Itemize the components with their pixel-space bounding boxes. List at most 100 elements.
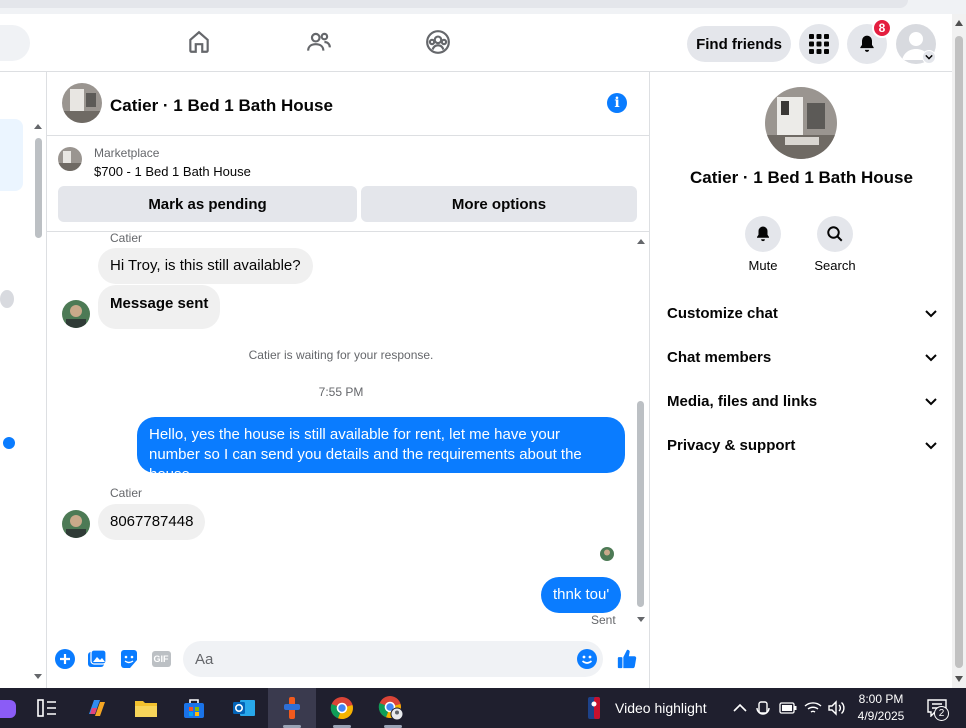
- section-label: Privacy & support: [667, 436, 796, 454]
- wifi-icon[interactable]: [802, 695, 824, 721]
- search-label: Search: [814, 258, 856, 273]
- message-bubble[interactable]: Message sent: [98, 285, 221, 329]
- chevron-up-icon[interactable]: [730, 695, 750, 721]
- section-label: Customize chat: [667, 304, 778, 322]
- details-panel: Catier · 1 Bed 1 Bath House Mute Search …: [651, 72, 952, 688]
- outlook-icon[interactable]: [231, 695, 257, 721]
- conversation-scrollbar[interactable]: [635, 237, 647, 627]
- scroll-down-arrow[interactable]: [955, 676, 963, 682]
- message-composer: GIF: [47, 638, 649, 678]
- page-scrollbar[interactable]: [952, 14, 966, 688]
- battery-icon[interactable]: [778, 695, 798, 721]
- plus-icon[interactable]: [54, 648, 76, 670]
- more-options-button[interactable]: More options: [361, 186, 637, 222]
- like-icon[interactable]: [616, 648, 638, 670]
- search-icon[interactable]: [817, 216, 853, 252]
- search-action[interactable]: Search: [805, 216, 865, 273]
- message-list: Catier Hi Troy, is this still available?…: [47, 233, 649, 633]
- scroll-thumb[interactable]: [637, 401, 644, 607]
- scroll-up-arrow[interactable]: [34, 124, 42, 129]
- listing-avatar[interactable]: [62, 83, 102, 123]
- sender-name: Catier: [110, 486, 143, 500]
- message-input[interactable]: [183, 641, 603, 677]
- chevron-down-icon: [925, 398, 937, 406]
- browser-url-bar[interactable]: [0, 0, 908, 8]
- listing-photo[interactable]: [765, 87, 837, 159]
- sender-avatar[interactable]: [62, 510, 90, 538]
- section-label: Media, files and links: [667, 392, 818, 410]
- meet-now-icon[interactable]: [754, 695, 774, 721]
- chevron-down-icon: [925, 354, 937, 362]
- clock-time: 8:00 PM: [858, 692, 904, 706]
- customize-chat-row[interactable]: Customize chat: [667, 291, 937, 335]
- conversation-panel: Catier · 1 Bed 1 Bath House i Marketplac…: [46, 72, 650, 688]
- browser-top-strip: [0, 0, 966, 14]
- notification-count-badge: 2: [934, 706, 949, 721]
- mark-as-pending-button[interactable]: Mark as pending: [58, 186, 357, 222]
- conversation-title[interactable]: Catier · 1 Bed 1 Bath House: [110, 96, 333, 116]
- pinned-app-icon[interactable]: [279, 695, 305, 721]
- message-status: Sent: [591, 613, 616, 627]
- chevron-down-icon: [925, 310, 937, 318]
- media-files-links-row[interactable]: Media, files and links: [667, 379, 937, 423]
- chrome-profile-icon[interactable]: [378, 695, 404, 721]
- friends-icon[interactable]: [305, 28, 333, 56]
- notification-badge: 8: [872, 18, 892, 38]
- notification-center-icon[interactable]: 2: [922, 695, 952, 721]
- chevron-down-icon[interactable]: [922, 50, 936, 64]
- bell-icon[interactable]: [745, 216, 781, 252]
- marketplace-item[interactable]: $700 - 1 Bed 1 Bath House: [94, 164, 251, 179]
- task-view-icon[interactable]: [34, 695, 60, 721]
- menu-grid-icon[interactable]: [799, 24, 839, 64]
- unread-dot: [3, 437, 15, 449]
- gif-icon[interactable]: GIF: [149, 648, 173, 670]
- selected-chat-highlight[interactable]: [0, 119, 23, 191]
- find-friends-button[interactable]: Find friends: [687, 26, 791, 62]
- emoji-icon[interactable]: [576, 648, 598, 670]
- message-bubble[interactable]: 8067787448: [98, 504, 206, 540]
- sender-avatar[interactable]: [62, 300, 90, 328]
- mute-label: Mute: [748, 258, 778, 273]
- store-icon[interactable]: [181, 695, 207, 721]
- chrome-icon[interactable]: [329, 695, 355, 721]
- message-bubble[interactable]: Hi Troy, is this still available?: [98, 248, 313, 284]
- sender-name: Catier: [110, 233, 143, 245]
- sticker-icon[interactable]: [118, 648, 140, 670]
- widget-icon[interactable]: [0, 700, 16, 718]
- scroll-thumb[interactable]: [35, 138, 42, 238]
- nba-icon[interactable]: [584, 695, 604, 721]
- file-explorer-icon[interactable]: [133, 695, 159, 721]
- chevron-down-icon: [925, 442, 937, 450]
- scroll-up-arrow[interactable]: [637, 239, 645, 244]
- scroll-down-arrow[interactable]: [34, 674, 42, 679]
- scroll-thumb[interactable]: [955, 36, 963, 668]
- chat-members-row[interactable]: Chat members: [667, 335, 937, 379]
- home-icon[interactable]: [185, 28, 213, 56]
- seen-avatar: [600, 547, 614, 561]
- clock[interactable]: 8:00 PM 4/9/2025: [846, 691, 916, 725]
- message-bubble-outgoing[interactable]: thnk tou': [541, 577, 622, 613]
- info-icon[interactable]: i: [607, 93, 627, 113]
- privacy-support-row[interactable]: Privacy & support: [667, 423, 937, 467]
- groups-icon[interactable]: [424, 28, 452, 56]
- mute-action[interactable]: Mute: [733, 216, 793, 273]
- marketplace-bar: Marketplace $700 - 1 Bed 1 Bath House Ma…: [47, 136, 649, 232]
- scroll-down-arrow[interactable]: [637, 617, 645, 622]
- contact-avatar[interactable]: [0, 290, 14, 308]
- chat-list-scrollbar[interactable]: [33, 120, 43, 680]
- copilot-icon[interactable]: [84, 695, 110, 721]
- marketplace-thumbnail[interactable]: [58, 147, 82, 171]
- chat-list-panel: [0, 72, 30, 688]
- gif-label: GIF: [151, 651, 171, 667]
- photo-icon[interactable]: [86, 648, 108, 670]
- section-label: Chat members: [667, 348, 772, 366]
- marketplace-label: Marketplace: [94, 146, 160, 160]
- scroll-up-arrow[interactable]: [955, 20, 963, 26]
- news-headline[interactable]: Video highlight: [615, 700, 707, 716]
- message-bubble-outgoing[interactable]: Hello, yes the house is still available …: [137, 417, 625, 483]
- volume-icon[interactable]: [826, 695, 848, 721]
- conversation-header: Catier · 1 Bed 1 Bath House i: [47, 72, 649, 136]
- facebook-header: Find friends 8: [0, 14, 952, 72]
- clock-date: 4/9/2025: [857, 709, 905, 723]
- search-pill[interactable]: [0, 25, 30, 61]
